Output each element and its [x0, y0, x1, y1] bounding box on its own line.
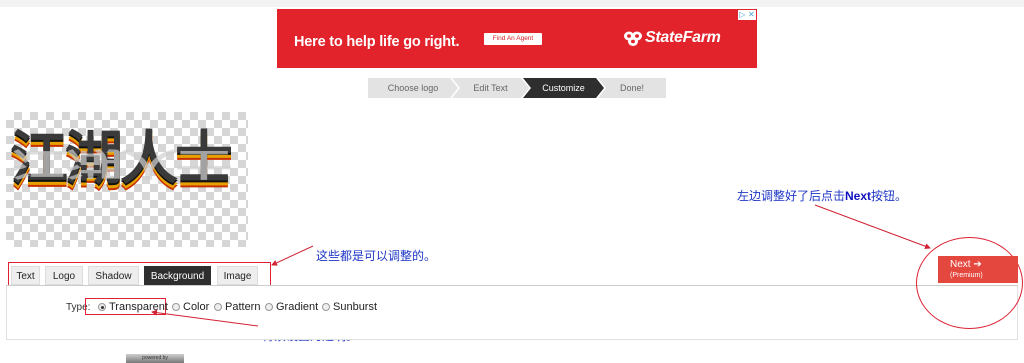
step-choose-logo[interactable]: Choose logo: [368, 78, 458, 98]
logo-preview: 江湖人士 江湖人士: [6, 112, 248, 247]
close-icon[interactable]: ✕: [748, 10, 755, 20]
option-transparent[interactable]: Transparent: [98, 301, 168, 313]
top-strip: [0, 0, 1024, 7]
radio-color[interactable]: [172, 303, 180, 311]
radio-transparent[interactable]: [98, 303, 106, 311]
statefarm-logo-icon: [624, 31, 642, 46]
next-button-label: Next ➔: [950, 256, 1018, 271]
logo-reflection: 江湖人士: [10, 144, 231, 182]
step-customize[interactable]: Customize: [523, 78, 604, 98]
next-highlight-circle: [916, 237, 1023, 329]
next-annotation: 左边调整好了后点击Next按钮。: [737, 187, 907, 204]
step-label: Done!: [619, 83, 645, 93]
tab-logo[interactable]: Logo: [45, 266, 83, 285]
powered-by-badge[interactable]: powered by: [126, 354, 184, 363]
tab-text[interactable]: Text: [11, 266, 40, 285]
step-label: Edit Text: [473, 83, 508, 93]
tabs-annotation: 这些都是可以调整的。: [316, 249, 437, 263]
ad-brand-name: StateFarm: [645, 29, 721, 46]
next-note-prefix: 左边调整好了后点击: [737, 189, 846, 203]
option-color[interactable]: Color: [172, 301, 209, 313]
step-done[interactable]: Done!: [598, 78, 666, 98]
next-button-sublabel: (Premium): [950, 272, 983, 279]
arrow-to-tabs: [271, 245, 314, 266]
radio-pattern[interactable]: [214, 303, 222, 311]
option-gradient[interactable]: Gradient: [265, 301, 318, 313]
ad-brand: StateFarm: [624, 29, 721, 47]
next-note-keyword: Next: [845, 189, 872, 203]
arrow-to-next-button: [814, 204, 931, 250]
arrow-right-icon: ➔: [973, 259, 982, 270]
find-agent-button[interactable]: Find An Agent: [484, 33, 542, 45]
tab-background[interactable]: Background: [144, 266, 211, 285]
radio-gradient[interactable]: [265, 303, 273, 311]
ad-choices[interactable]: ▷ ✕: [738, 10, 756, 20]
ad-banner[interactable]: ▷ ✕ Here to help life go right. Find An …: [277, 9, 757, 68]
radio-sunburst[interactable]: [322, 303, 330, 311]
step-label: Choose logo: [387, 83, 439, 93]
ad-choices-icon[interactable]: ▷: [739, 10, 745, 20]
next-label-text: Next: [950, 259, 971, 270]
option-label: Gradient: [276, 301, 319, 313]
option-label: Transparent: [109, 301, 168, 313]
option-label: Color: [183, 301, 210, 313]
tab-image[interactable]: Image: [217, 266, 258, 285]
option-pattern[interactable]: Pattern: [214, 301, 260, 313]
option-label: Pattern: [225, 301, 261, 313]
tab-shadow[interactable]: Shadow: [88, 266, 139, 285]
option-label: Sunburst: [333, 301, 378, 313]
next-note-suffix: 按钮。: [871, 189, 908, 203]
ad-headline: Here to help life go right.: [294, 34, 460, 50]
next-button[interactable]: Next ➔ (Premium): [938, 256, 1018, 283]
step-label: Customize: [542, 83, 585, 93]
option-sunburst[interactable]: Sunburst: [322, 301, 377, 313]
step-edit-text[interactable]: Edit Text: [452, 78, 529, 98]
